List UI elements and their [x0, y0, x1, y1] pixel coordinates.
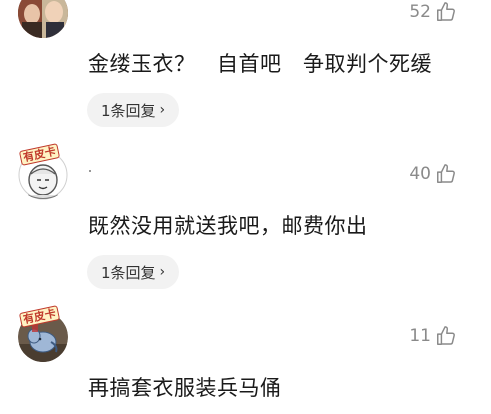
thumbs-up-outline-icon	[437, 326, 455, 345]
reply-count-label: 1条回复	[101, 101, 156, 120]
comment-text: 再搞套衣服装兵马俑	[88, 376, 282, 400]
like-button[interactable]: 52	[409, 0, 457, 24]
like-count: 11	[409, 326, 431, 346]
comment-text: 金缕玉衣？ 自首吧 争取判个死缓	[88, 52, 433, 76]
like-button[interactable]: 11	[409, 324, 457, 348]
view-replies-button[interactable]: 1条回复 ›	[87, 93, 180, 127]
chevron-right-icon: ›	[159, 102, 166, 118]
like-count: 52	[409, 2, 431, 22]
view-replies-button[interactable]: 1条回复 ›	[87, 255, 180, 289]
like-count: 40	[409, 164, 431, 184]
like-button[interactable]: 40	[409, 162, 457, 186]
username-placeholder	[89, 170, 91, 172]
reply-count-label: 1条回复	[101, 263, 156, 282]
comment-text: 既然没用就送我吧，邮费你出	[88, 214, 368, 238]
thumbs-up-outline-icon	[437, 2, 455, 21]
thumbs-up-outline-icon	[437, 164, 455, 183]
avatar[interactable]	[18, 0, 68, 38]
avatar-image	[18, 0, 68, 38]
chevron-right-icon: ›	[159, 264, 166, 280]
